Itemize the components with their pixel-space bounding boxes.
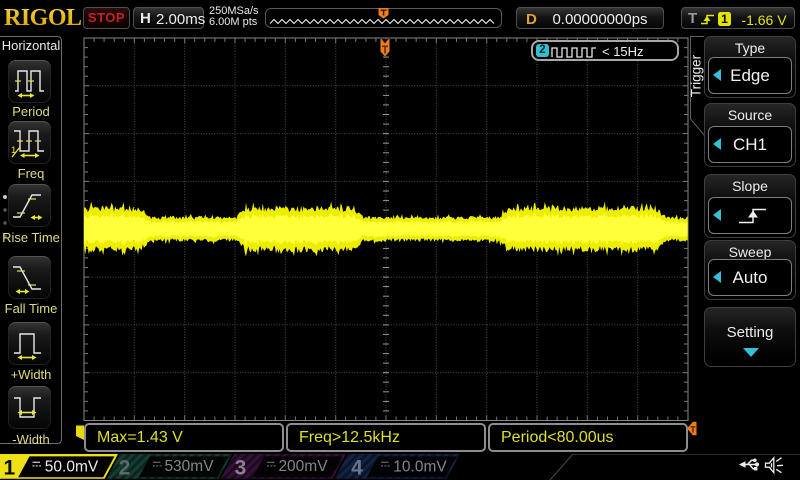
svg-text:10.0mV: 10.0mV xyxy=(393,459,447,476)
svg-text:50.0mV: 50.0mV xyxy=(45,459,99,476)
svg-text:4: 4 xyxy=(351,457,363,480)
svg-text:Trigger: Trigger xyxy=(689,54,704,97)
svg-text:3: 3 xyxy=(235,457,247,480)
svg-text:2: 2 xyxy=(119,457,131,480)
svg-text:200mV: 200mV xyxy=(278,458,328,475)
svg-text:530mV: 530mV xyxy=(164,458,214,475)
svg-text:1: 1 xyxy=(3,457,15,480)
